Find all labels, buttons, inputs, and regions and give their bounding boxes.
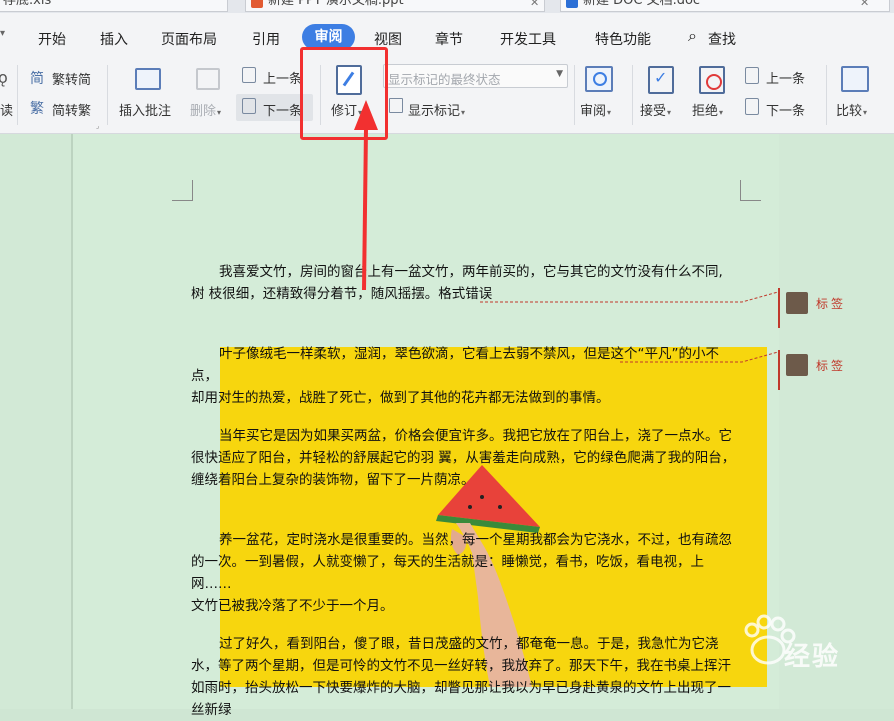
watermark-text: 经验 [784, 642, 841, 672]
annotation-arrow [354, 100, 378, 291]
watermark-logo: 经验 [738, 612, 894, 672]
